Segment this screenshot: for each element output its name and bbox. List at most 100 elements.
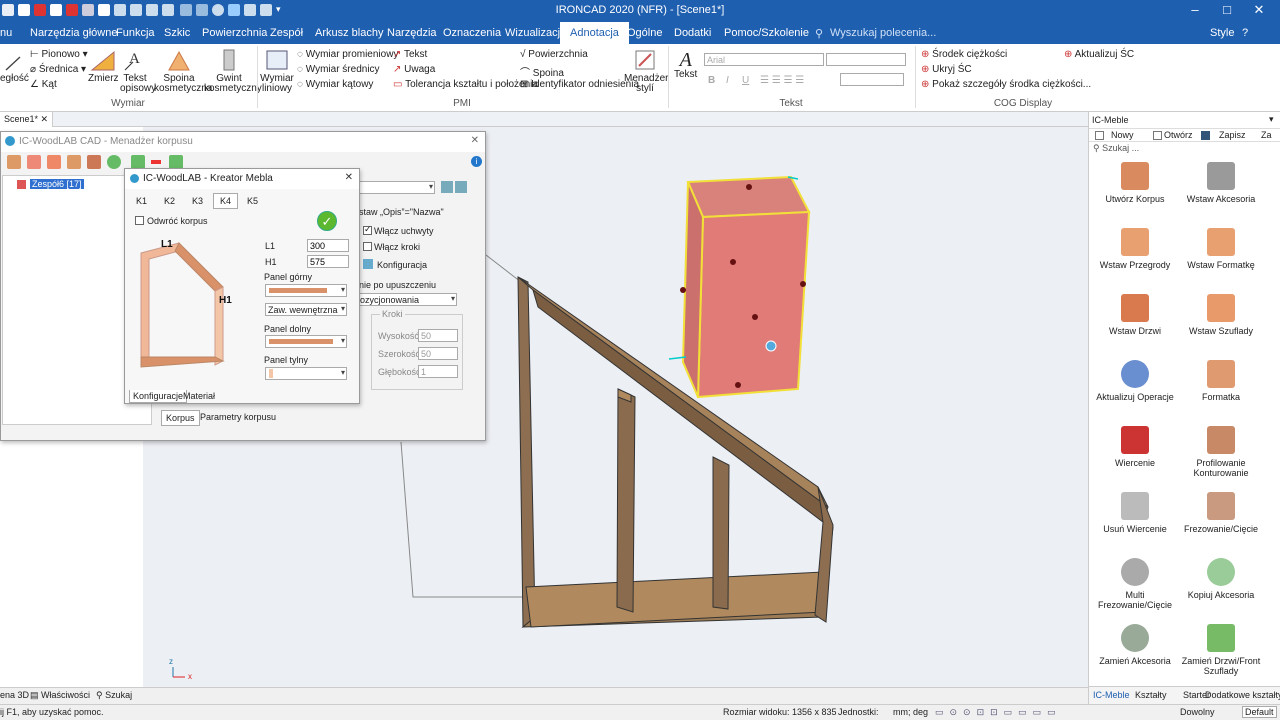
tab-ksztalty[interactable]: Kształty [1135, 690, 1167, 700]
powierzchnia-button[interactable]: √ Powierzchnia [520, 49, 588, 60]
selected-part[interactable] [668, 175, 811, 399]
tekst-opisowy-button[interactable]: A Tekst opisowy [120, 48, 156, 94]
kroki-checkbox[interactable] [363, 242, 372, 251]
menu-item[interactable]: Zespół [270, 27, 303, 39]
tab-scena-3d[interactable]: ena 3D [0, 690, 29, 700]
close-tab-icon[interactable]: ✕ [41, 114, 49, 124]
ribbon-button-partial[interactable]: egłość [0, 54, 29, 84]
tab-wlasciwosci[interactable]: ▤ Właściwości [30, 690, 90, 701]
wstaw-akcesoria-button[interactable]: Wstaw Akcesoria [1175, 162, 1267, 204]
gwint-button[interactable]: Gwint kosmetyczny [204, 48, 262, 94]
panel-tylny-combo[interactable]: ▾ [265, 367, 347, 380]
menadzer-stylow-button[interactable]: Menadżer stylí [624, 48, 668, 94]
otworz-button[interactable]: Otwórz [1164, 130, 1193, 140]
aktualizuj-operacje-button[interactable]: Aktualizuj Operacje [1089, 360, 1181, 402]
style-menu[interactable]: Style [1210, 27, 1234, 39]
toolbar-icon[interactable] [441, 181, 453, 193]
h1-input[interactable] [307, 255, 349, 268]
wiercenie-button[interactable]: Wiercenie [1089, 426, 1181, 468]
menu-item[interactable]: Dodatki [674, 27, 711, 39]
confirm-check-icon[interactable]: ✓ [317, 211, 337, 231]
za-button[interactable]: Za [1261, 130, 1272, 140]
menu-item[interactable]: nu [0, 27, 12, 39]
multi-frezowanie-button[interactable]: Multi Frezowanie/Cięcie [1089, 558, 1181, 610]
wymiar-promieniowy-button[interactable]: ◌ Wymiar promieniowy [297, 49, 398, 60]
tab-material[interactable]: Materiał [183, 391, 215, 401]
menu-item[interactable]: Oznaczenia [443, 27, 501, 39]
konfiguracja-button[interactable]: Konfiguracja [377, 260, 427, 270]
tolerancja-button[interactable]: ▭ Tolerancja kształtu i położenia [393, 79, 538, 90]
wstaw-formatke-button[interactable]: Wstaw Formatkę [1175, 228, 1267, 270]
text-extra-combo[interactable] [840, 73, 904, 86]
panel-gorny-combo[interactable]: ▾ [265, 284, 347, 297]
toolbar-icon[interactable] [7, 155, 21, 169]
add-icon[interactable] [107, 155, 121, 169]
toolbar-icon[interactable] [169, 155, 183, 169]
tab-k1[interactable]: K1 [136, 196, 147, 206]
toolbar-icon[interactable] [67, 155, 81, 169]
maximize-icon[interactable]: □ [1212, 2, 1242, 17]
tab-szukaj[interactable]: ⚲ Szukaj [96, 690, 132, 701]
panel-search[interactable]: ⚲ Szukaj ... [1093, 143, 1139, 154]
tab-ic-meble[interactable]: IC-Meble [1093, 690, 1130, 700]
tab-adnotacja[interactable]: Adnotacja [560, 22, 629, 44]
kopiuj-akcesoria-button[interactable]: Kopiuj Akcesoria [1175, 558, 1267, 600]
panel-dolny-combo[interactable]: ▾ [265, 335, 347, 348]
wstaw-przegrody-button[interactable]: Wstaw Przegrody [1089, 228, 1181, 270]
align-icons[interactable]: ☰ ☰ ☰ ☰ [760, 75, 804, 86]
frezowanie-button[interactable]: Frezowanie/Cięcie [1175, 492, 1267, 534]
wymiar-katowy-button[interactable]: ◌ Wymiar kątowy [297, 79, 373, 90]
zaw-combo[interactable]: Zaw. wewnętrzna ▾ [265, 303, 347, 316]
menu-item[interactable]: Powierzchnia [202, 27, 267, 39]
odwroc-checkbox[interactable] [135, 216, 144, 225]
toolbar-icon[interactable] [27, 155, 41, 169]
tekst-style-button[interactable]: A Tekst [674, 50, 697, 80]
nowy-button[interactable]: Nowy [1111, 130, 1134, 140]
tab-k4[interactable]: K4 [213, 193, 239, 209]
menu-item[interactable]: Narzędzia główne [30, 27, 117, 39]
underline-button[interactable]: U [742, 75, 749, 86]
uchwyty-checkbox[interactable]: ✓ [363, 224, 372, 235]
wstaw-szuflady-button[interactable]: Wstaw Szuflady [1175, 294, 1267, 336]
zamien-drzwi-button[interactable]: Zamień Drzwi/Front Szuflady [1175, 624, 1267, 676]
dowolny-combo[interactable]: Dowolny [1180, 707, 1215, 717]
pionowo-button[interactable]: ⊢ Pionowo ▾ [30, 49, 88, 60]
wstaw-drzwi-button[interactable]: Wstaw Drzwi [1089, 294, 1181, 336]
pokaz-szczegoly-button[interactable]: ⊕ Pokaż szczegóły środka ciężkości... [921, 79, 1091, 90]
profilowanie-button[interactable]: Profilowanie Konturowanie [1175, 426, 1267, 478]
tekst-button[interactable]: ↗ Tekst [393, 49, 427, 60]
remove-icon[interactable] [151, 160, 161, 164]
l1-input[interactable] [307, 239, 349, 252]
wymiar-liniowy-button[interactable]: Wymiar liniowy [260, 48, 294, 94]
toolbar-icon[interactable] [455, 181, 467, 193]
menu-item[interactable]: Ogólne [627, 27, 662, 39]
close-icon[interactable]: ✕ [345, 172, 353, 183]
document-tab[interactable]: Scene1* ✕ [0, 112, 54, 127]
close-icon[interactable]: ✕ [1244, 2, 1274, 18]
toolbar-icon[interactable] [87, 155, 101, 169]
help-icon[interactable]: ? [1242, 27, 1248, 39]
view-tools-icons[interactable]: ▭⊙⊙⊡⊡▭▭▭▭ [935, 707, 1062, 718]
srednica-button[interactable]: ⌀ Średnica ▾ [30, 64, 86, 75]
kat-button[interactable]: ∠ Kąt [30, 79, 57, 90]
font-size-combo[interactable] [826, 53, 906, 66]
ukryj-sc-button[interactable]: ⊕ Ukryj ŚC [921, 64, 972, 75]
utworz-korpus-button[interactable]: Utwórz Korpus [1089, 162, 1181, 204]
menu-item[interactable]: Wizualizacja [505, 27, 566, 39]
menu-item[interactable]: Narzędzia [387, 27, 437, 39]
menu-item[interactable]: Arkusz blachy [315, 27, 383, 39]
menu-item[interactable]: Funkcja [116, 27, 155, 39]
units-value[interactable]: mm; deg [893, 707, 928, 717]
positioning-combo[interactable]: ozycjonowania ▾ [357, 293, 457, 306]
tab-korpus[interactable]: Korpus [161, 410, 200, 426]
glebokosc-input[interactable] [418, 365, 458, 378]
bold-button[interactable]: B [708, 75, 715, 86]
wysokosc-input[interactable] [418, 329, 458, 342]
font-combo[interactable]: Arial [704, 53, 824, 66]
tab-dodatkowe[interactable]: Dodatkowe kształty [1205, 690, 1280, 700]
tab-k3[interactable]: K3 [192, 196, 203, 206]
uwaga-button[interactable]: ↗ Uwaga [393, 64, 435, 75]
tree-item[interactable]: Zespół6 [17] [30, 179, 84, 189]
tab-k5[interactable]: K5 [247, 196, 258, 206]
spoina-button[interactable]: ⌒ Spoina [520, 64, 564, 79]
